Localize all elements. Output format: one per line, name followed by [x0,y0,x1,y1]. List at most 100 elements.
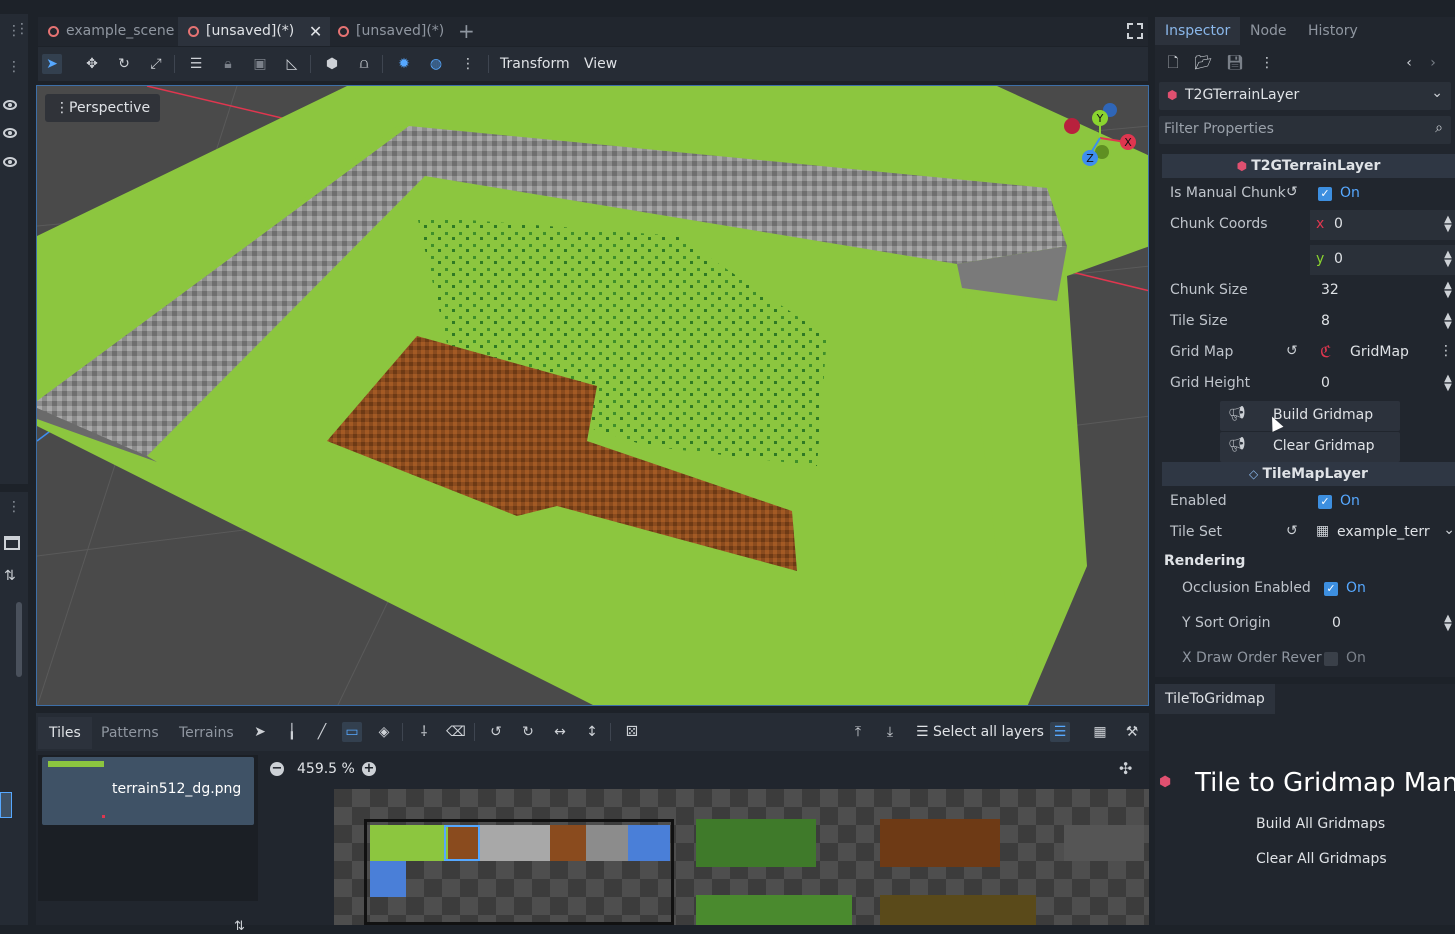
move-icon[interactable]: ✥ [82,54,102,74]
3d-viewport[interactable]: ⋮ Perspective Y X Z [36,85,1149,706]
chevron-down-icon[interactable]: ⌄ [1443,522,1455,538]
list-select-icon[interactable]: ☰ [186,54,206,74]
random-tile-icon[interactable]: ⚄ [622,722,642,742]
fullscreen-icon[interactable] [1127,23,1143,39]
tab-unsaved[interactable]: [unsaved](*) [328,17,454,46]
rotate-icon[interactable]: ↻ [114,54,134,74]
spin-arrows-icon[interactable]: ▲ ▼ [1443,250,1453,269]
save-icon[interactable]: 💾︎ [1225,53,1245,73]
sort-icon[interactable]: ⇅ [234,919,245,934]
tab-unsaved-active[interactable]: [unsaved](*) ✕ [178,17,331,46]
visibility-eye-icon[interactable] [3,100,17,110]
x-draw-order-checkbox[interactable] [1324,652,1338,666]
more-icon[interactable]: ⋮ [1439,343,1453,359]
grass-tile-block[interactable] [696,819,816,867]
scale-icon[interactable]: ⤢ [146,54,166,74]
rotate-left-icon[interactable]: ↺ [486,722,506,742]
sort-icon[interactable]: ⇅ [4,568,16,584]
dock-menu-icon[interactable]: ⋮ [4,500,24,514]
dirt-tile-block-2[interactable] [880,895,1036,925]
build-all-gridmaps-button[interactable]: Build All Gridmaps [1256,816,1385,832]
grid-map-picker[interactable]: ℭ GridMap ⋮ [1310,338,1455,368]
view-menu[interactable]: View [584,47,617,81]
bucket-tool-icon[interactable]: ◈ [374,722,394,742]
select-mode-icon[interactable]: ➤ [42,54,62,74]
chunk-coords-x-field[interactable]: x 0 ▲ ▼ [1310,210,1455,240]
chunk-size-field[interactable]: 32 ▲ ▼ [1310,276,1455,306]
tab-node[interactable]: Node [1240,17,1297,45]
water-tile[interactable] [370,861,406,897]
visibility-eye-icon[interactable] [3,157,17,167]
zoom-out-icon[interactable]: − [270,762,284,776]
tile-set-picker[interactable]: ▦ example_terr ⌄ [1310,518,1455,548]
tile-atlas-view[interactable] [334,789,1149,925]
add-tab-icon[interactable]: + [458,19,475,43]
section-t2gterrainlayer[interactable]: ⬢ T2GTerrainLayer [1162,154,1455,178]
selected-tile[interactable] [444,825,480,861]
filter-properties-input[interactable]: Filter Properties ⌕ [1159,116,1451,144]
spin-arrows-icon[interactable]: ▲ ▼ [1443,215,1453,234]
highlight-layer-icon[interactable]: ☰ [1050,722,1070,742]
history-back-icon[interactable]: ‹ [1399,53,1419,73]
stone-tile-block[interactable] [1064,825,1144,861]
paint-tool-icon[interactable]: ╽ [282,722,302,742]
y-sort-origin-field[interactable]: 0 ▲ ▼ [1314,609,1455,639]
environment-preview-icon[interactable]: ◍ [426,54,446,74]
open-folder-icon[interactable]: 📂︎ [1193,53,1213,73]
perspective-menu[interactable]: ⋮ Perspective [45,94,161,122]
grid-toggle-icon[interactable]: ▦ [1090,722,1110,742]
tab-tiletogridmap[interactable]: TileToGridmap [1155,684,1275,714]
select-tool-icon[interactable]: ➤ [250,722,270,742]
new-resource-icon[interactable]: 🗋︎ [1163,53,1183,73]
more-icon[interactable]: ⋮ [1257,53,1277,73]
tabs-menu-icon[interactable]: ⋮ [12,22,32,36]
dock-selected-item[interactable] [0,792,12,818]
tab-terrains[interactable]: Terrains [168,717,245,749]
scrollbar[interactable] [16,602,22,677]
tab-patterns[interactable]: Patterns [90,717,170,749]
flip-h-icon[interactable]: ↔ [550,722,570,742]
sun-preview-icon[interactable]: ✹ [394,54,414,74]
spin-arrows-icon[interactable]: ▲ ▼ [1443,374,1453,393]
revert-icon[interactable]: ↺ [1286,343,1298,359]
dock-menu-icon[interactable]: ⋮ [4,60,24,74]
zoom-in-icon[interactable]: + [362,762,376,776]
more-options-icon[interactable]: ⋮ [458,54,478,74]
chunk-coords-y-field[interactable]: y 0 ▲ ▼ [1310,245,1455,275]
build-gridmap-button[interactable]: 📢︎ Build Gridmap [1220,401,1400,431]
rotate-right-icon[interactable]: ↻ [518,722,538,742]
object-selector[interactable]: ⬢ T2GTerrainLayer ⌄ [1159,82,1451,110]
layer-down-icon[interactable]: ⤓ [880,722,900,742]
tilemap-settings-icon[interactable]: ⚒ [1122,722,1142,742]
tab-tiles[interactable]: Tiles [38,717,92,749]
revert-icon[interactable]: ↺ [1286,184,1298,200]
clear-all-gridmaps-button[interactable]: Clear All Gridmaps [1256,851,1387,867]
grass-tile-block-2[interactable] [696,895,852,925]
layer-up-icon[interactable]: ⤒ [848,722,868,742]
dirt-tile-block[interactable] [880,819,1000,867]
picker-tool-icon[interactable]: ⸸ [414,722,434,742]
is-manual-chunk-checkbox[interactable]: ✓ [1318,187,1332,201]
window-icon[interactable] [4,536,20,550]
line-tool-icon[interactable]: ╱ [312,722,332,742]
spin-arrows-icon[interactable]: ▲ ▼ [1443,312,1453,331]
revert-icon[interactable]: ↺ [1286,523,1298,539]
tab-inspector[interactable]: Inspector [1155,17,1241,45]
visibility-eye-icon[interactable] [3,128,17,138]
transform-menu[interactable]: Transform [500,47,570,81]
lock-icon[interactable]: 🔒︎ [218,54,238,74]
grid-height-field[interactable]: 0 ▲ ▼ [1310,369,1455,399]
tab-example-scene[interactable]: example_scene [38,17,184,46]
tile-size-field[interactable]: 8 ▲ ▼ [1310,307,1455,337]
atlas-item[interactable]: terrain512_dg.png [42,757,254,825]
ruler-icon[interactable]: ◺ [282,54,302,74]
rect-tool-icon[interactable]: ▭ [342,722,362,742]
select-all-layers-button[interactable]: ☰ Select all layers [916,722,1044,742]
close-icon[interactable]: ✕ [309,17,322,46]
flip-v-icon[interactable]: ↕ [582,722,602,742]
group-icon[interactable]: ▣ [250,54,270,74]
spin-arrows-icon[interactable]: ▲ ▼ [1443,281,1453,300]
tile-row[interactable] [370,825,670,861]
eraser-tool-icon[interactable]: ⌫ [446,722,466,742]
snap-icon[interactable]: ⩍ [354,54,374,74]
